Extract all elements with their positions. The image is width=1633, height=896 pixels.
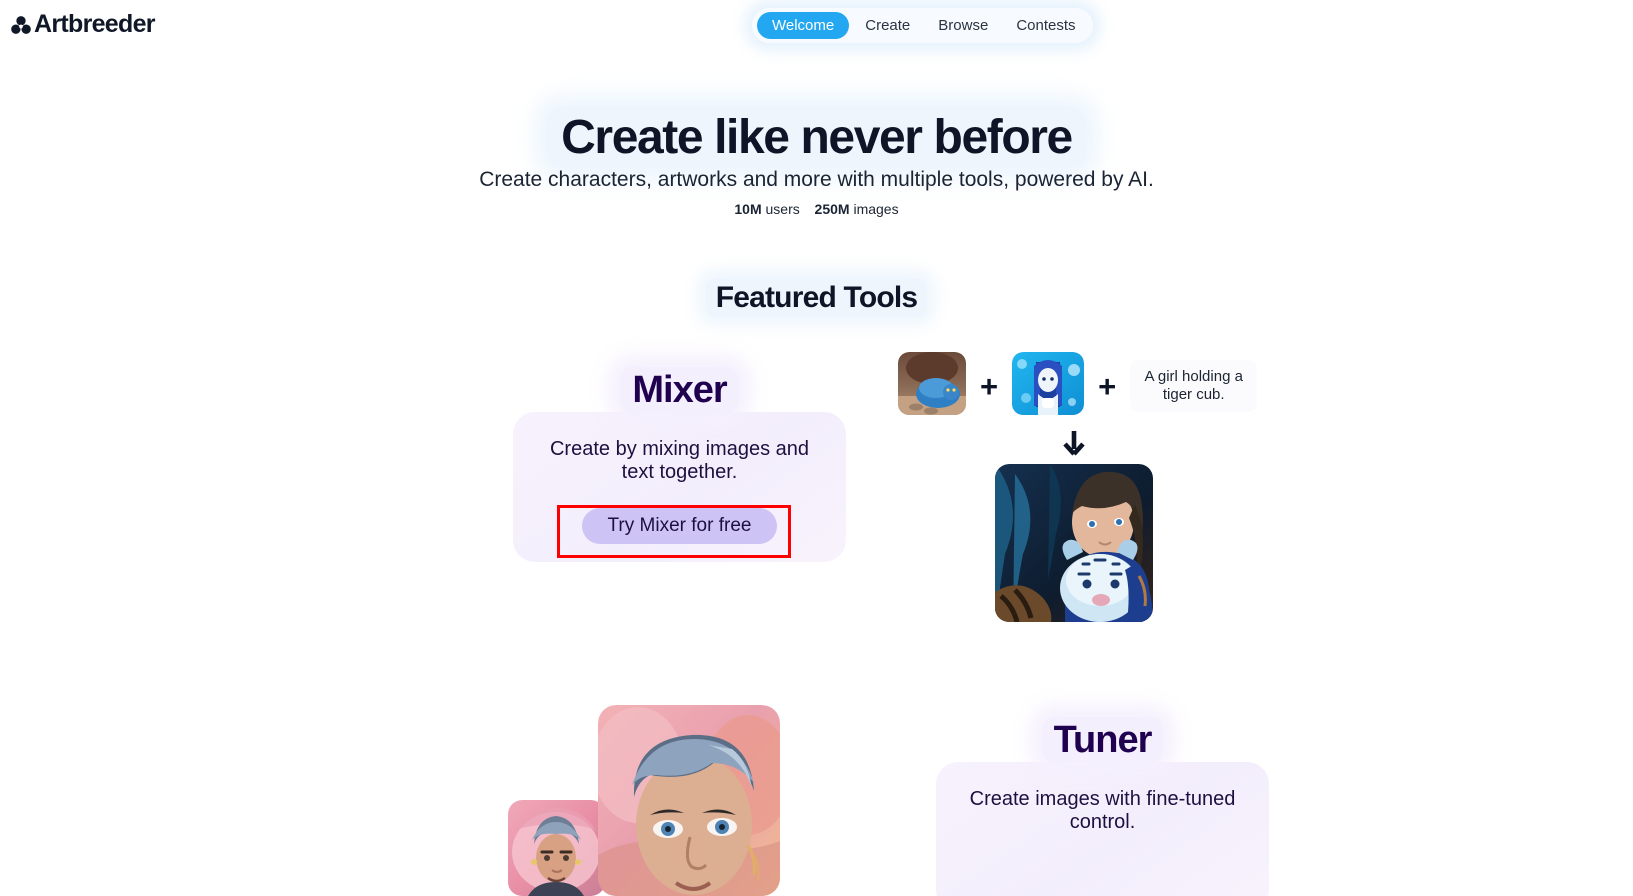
hero-stats: 10M users 250M images	[0, 201, 1633, 217]
brand-name: Artbreeder	[34, 10, 156, 38]
nav-item-welcome[interactable]: Welcome	[757, 12, 850, 39]
tuner-card: Create images with fine-tuned control.	[936, 762, 1269, 896]
stat-users-value: 10M	[734, 201, 762, 217]
site-header: Artbreeder Welcome Create Browse Contest…	[0, 0, 1633, 54]
plus-operator-icon-1: +	[980, 368, 999, 404]
trefoil-circles-icon	[10, 14, 32, 36]
page-title: Create like never before	[0, 107, 1633, 168]
featured-tools-heading: Featured Tools	[0, 278, 1633, 317]
tuner-description: Create images with fine-tuned control.	[969, 788, 1236, 833]
hero-subtitle: Create characters, artworks and more wit…	[479, 168, 1154, 191]
plus-operator-icon-2: +	[1098, 368, 1117, 404]
tuner-title: Tuner	[936, 717, 1269, 763]
down-arrow-icon	[1057, 427, 1091, 461]
mixer-description: Create by mixing images and text togethe…	[549, 438, 809, 483]
mixer-title-text: Mixer	[620, 367, 739, 413]
brand-logo[interactable]: Artbreeder	[10, 10, 156, 39]
nav-item-contests[interactable]: Contests	[1004, 12, 1087, 39]
try-mixer-for-free-button[interactable]: Try Mixer for free	[581, 508, 778, 544]
hero-title-text: Create like never before	[547, 107, 1086, 168]
stat-users-label: users	[765, 201, 800, 217]
main-navigation: Welcome Create Browse Contests	[752, 8, 1093, 43]
mixer-title: Mixer	[513, 367, 846, 413]
nav-item-create[interactable]: Create	[853, 12, 922, 39]
mixer-demo-inputs: + + A girl holding a tiger cub.	[898, 352, 1258, 420]
featured-tools-heading-text: Featured Tools	[705, 278, 928, 317]
mixer-input-image-2[interactable]	[1012, 352, 1085, 420]
nav-item-browse[interactable]: Browse	[926, 12, 1000, 39]
mixer-input-text-prompt[interactable]: A girl holding a tiger cub.	[1130, 360, 1258, 412]
mixer-input-image-1[interactable]	[898, 352, 966, 420]
stat-images-label: images	[853, 201, 899, 217]
mixer-result-image[interactable]	[995, 464, 1153, 627]
stat-images-value: 250M	[814, 201, 850, 217]
tuner-thumbnail-image[interactable]	[508, 800, 605, 896]
tuner-featured-image[interactable]	[598, 705, 780, 896]
tuner-title-text: Tuner	[1041, 717, 1164, 763]
mixer-card: Create by mixing images and text togethe…	[513, 412, 846, 562]
